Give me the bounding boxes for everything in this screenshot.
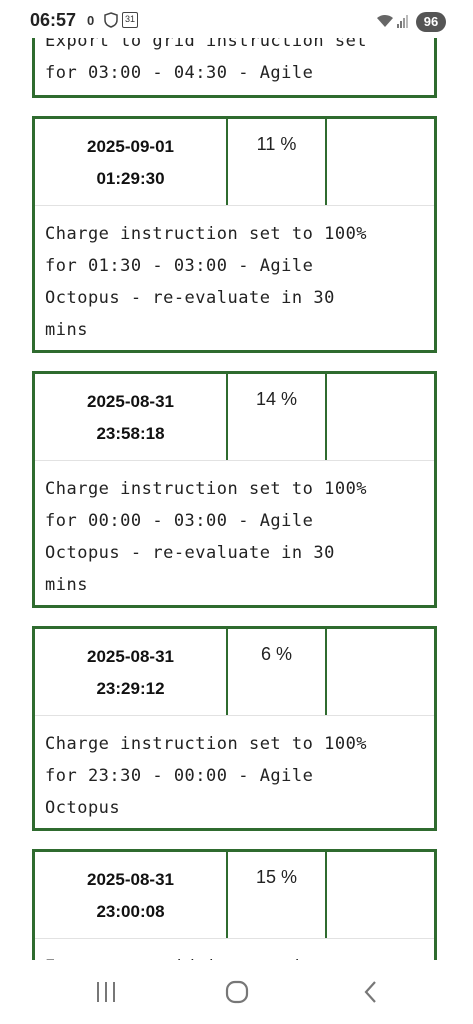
status-bar: 06:57 0 31 96 [0, 0, 473, 38]
log-entry-time: 23:58:18 [96, 424, 165, 443]
log-entry-header: 2025-09-01 01:29:30 11 % [35, 119, 434, 206]
shield-icon [104, 12, 118, 33]
log-entry-card: 2025-08-31 23:58:18 14 % Charge instruct… [32, 371, 437, 608]
log-list[interactable]: Export to grid instruction set for 03:00… [0, 0, 473, 960]
log-entry-percent: 6 % [228, 629, 327, 715]
wifi-icon [375, 13, 395, 34]
log-entry-time: 23:29:12 [96, 679, 165, 698]
log-entry-card: 2025-09-01 01:29:30 11 % Charge instruct… [32, 116, 437, 353]
recents-icon[interactable] [86, 978, 126, 1006]
log-entry-datetime: 2025-08-31 23:58:18 [35, 374, 228, 460]
status-time: 06:57 [30, 10, 77, 30]
log-entry-message: Charge instruction set to 100% for 01:30… [45, 224, 368, 340]
log-entry-time: 23:00:08 [96, 902, 165, 921]
back-icon[interactable] [351, 978, 391, 1006]
notification-indicator: 0 [87, 13, 95, 28]
log-entry-date: 2025-08-31 [87, 870, 174, 889]
calendar-icon: 31 [122, 12, 138, 28]
log-entry-empty-cell [327, 119, 434, 205]
log-entry-header: 2025-08-31 23:29:12 6 % [35, 629, 434, 716]
log-entry-datetime: 2025-08-31 23:29:12 [35, 629, 228, 715]
battery-level: 96 [416, 12, 446, 32]
log-entry-empty-cell [327, 374, 434, 460]
log-entry-percent: 11 % [228, 119, 327, 205]
log-entry-card: 2025-08-31 23:00:08 15 % Export to grid … [32, 849, 437, 960]
log-entry-time: 01:29:30 [96, 169, 165, 188]
log-entry-header: 2025-08-31 23:58:18 14 % [35, 374, 434, 461]
log-entry-message: Export to grid instruction set [35, 939, 434, 960]
log-entry-message: Charge instruction set to 100% for 00:00… [45, 479, 368, 595]
log-entry-header: 2025-08-31 23:00:08 15 % [35, 852, 434, 939]
log-entry-message: Charge instruction set to 100% for 23:30… [45, 734, 368, 818]
log-entry-empty-cell [327, 852, 434, 938]
home-icon[interactable] [217, 978, 257, 1006]
navigation-bar [0, 960, 473, 1024]
log-entry-date: 2025-09-01 [87, 137, 174, 156]
signal-icon [397, 14, 409, 33]
log-entry-card: 2025-08-31 23:29:12 6 % Charge instructi… [32, 626, 437, 831]
app-screen: Export to grid instruction set for 03:00… [0, 0, 473, 1024]
log-entry-datetime: 2025-09-01 01:29:30 [35, 119, 228, 205]
log-entry-date: 2025-08-31 [87, 392, 174, 411]
log-entry-empty-cell [327, 629, 434, 715]
log-entry-datetime: 2025-08-31 23:00:08 [35, 852, 228, 938]
log-entry-percent: 15 % [228, 852, 327, 938]
log-entry-date: 2025-08-31 [87, 647, 174, 666]
log-entry-percent: 14 % [228, 374, 327, 460]
